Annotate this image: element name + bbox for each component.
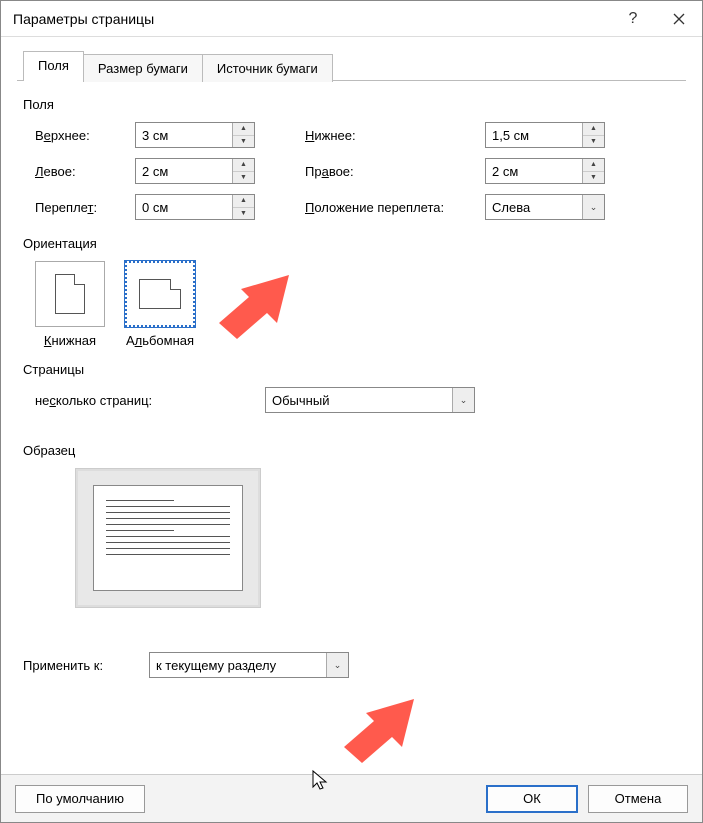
- gutter-field[interactable]: ▲▼: [135, 194, 255, 220]
- margins-panel: Поля Верхнее: ▲▼ Нижнее: ▲▼ Левое:: [17, 81, 686, 678]
- multiple-pages-value: Обычный: [266, 393, 452, 408]
- spin-down-icon[interactable]: ▼: [233, 172, 254, 184]
- bottom-margin-spinner[interactable]: ▲▼: [582, 123, 604, 147]
- multiple-pages-label: несколько страниц:: [35, 393, 255, 408]
- spin-down-icon[interactable]: ▼: [233, 136, 254, 148]
- right-margin-field[interactable]: ▲▼: [485, 158, 605, 184]
- left-margin-input[interactable]: [136, 159, 232, 183]
- orientation-landscape[interactable]: Альбомная: [125, 261, 195, 348]
- spin-up-icon[interactable]: ▲: [233, 123, 254, 136]
- spin-up-icon[interactable]: ▲: [583, 159, 604, 172]
- bottom-margin-field[interactable]: ▲▼: [485, 122, 605, 148]
- chevron-down-icon[interactable]: ⌄: [326, 653, 348, 677]
- orientation-row: Книжная Альбомная: [35, 261, 680, 348]
- margins-grid: Верхнее: ▲▼ Нижнее: ▲▼ Левое: ▲▼: [35, 122, 680, 220]
- right-margin-input[interactable]: [486, 159, 582, 183]
- dialog-footer: По умолчанию ОК Отмена: [1, 774, 702, 822]
- gutter-input[interactable]: [136, 195, 232, 219]
- pages-row: несколько страниц: Обычный ⌄: [35, 387, 680, 413]
- tab-margins[interactable]: Поля: [23, 51, 84, 81]
- window-title: Параметры страницы: [13, 11, 610, 27]
- margins-group-label: Поля: [23, 97, 680, 112]
- page-landscape-icon: [139, 279, 181, 309]
- top-margin-spinner[interactable]: ▲▼: [232, 123, 254, 147]
- left-margin-spinner[interactable]: ▲▼: [232, 159, 254, 183]
- bottom-margin-label: Нижнее:: [305, 128, 485, 143]
- help-button[interactable]: ?: [610, 1, 656, 37]
- tab-strip: Поля Размер бумаги Источник бумаги: [23, 51, 686, 81]
- tab-paper-size[interactable]: Размер бумаги: [83, 54, 203, 82]
- annotation-arrow-icon: [336, 695, 426, 765]
- portrait-label: Книжная: [44, 333, 96, 348]
- landscape-label: Альбомная: [126, 333, 194, 348]
- multiple-pages-dropdown[interactable]: Обычный ⌄: [265, 387, 475, 413]
- spin-down-icon[interactable]: ▼: [583, 136, 604, 148]
- gutter-pos-value: Слева: [486, 200, 582, 215]
- top-margin-input[interactable]: [136, 123, 232, 147]
- page-portrait-icon: [55, 274, 85, 314]
- orientation-portrait[interactable]: Книжная: [35, 261, 105, 348]
- preview-page-icon: [93, 485, 243, 591]
- close-icon: [673, 13, 685, 25]
- orientation-group-label: Ориентация: [23, 236, 680, 251]
- right-margin-label: Правое:: [305, 164, 485, 179]
- top-margin-field[interactable]: ▲▼: [135, 122, 255, 148]
- spin-up-icon[interactable]: ▲: [583, 123, 604, 136]
- right-margin-spinner[interactable]: ▲▼: [582, 159, 604, 183]
- bottom-margin-input[interactable]: [486, 123, 582, 147]
- gutter-spinner[interactable]: ▲▼: [232, 195, 254, 219]
- preview-box: [75, 468, 261, 608]
- apply-to-value: к текущему разделу: [150, 658, 326, 673]
- chevron-down-icon[interactable]: ⌄: [452, 388, 474, 412]
- ok-button[interactable]: ОК: [486, 785, 578, 813]
- top-margin-label: Верхнее:: [35, 128, 135, 143]
- gutter-pos-dropdown[interactable]: Слева ⌄: [485, 194, 605, 220]
- cancel-button[interactable]: Отмена: [588, 785, 688, 813]
- set-default-button[interactable]: По умолчанию: [15, 785, 145, 813]
- left-margin-field[interactable]: ▲▼: [135, 158, 255, 184]
- preview-group-label: Образец: [23, 443, 680, 458]
- tab-paper-source[interactable]: Источник бумаги: [202, 54, 333, 82]
- apply-to-row: Применить к: к текущему разделу ⌄: [23, 652, 680, 678]
- apply-to-label: Применить к:: [23, 658, 139, 673]
- apply-to-dropdown[interactable]: к текущему разделу ⌄: [149, 652, 349, 678]
- spin-up-icon[interactable]: ▲: [233, 195, 254, 208]
- left-margin-label: Левое:: [35, 164, 135, 179]
- page-setup-dialog: Параметры страницы ? Поля Размер бумаги …: [0, 0, 703, 823]
- chevron-down-icon[interactable]: ⌄: [582, 195, 604, 219]
- spin-down-icon[interactable]: ▼: [233, 208, 254, 220]
- spin-up-icon[interactable]: ▲: [233, 159, 254, 172]
- spin-down-icon[interactable]: ▼: [583, 172, 604, 184]
- pages-group-label: Страницы: [23, 362, 680, 377]
- dialog-content: Поля Размер бумаги Источник бумаги Поля …: [1, 37, 702, 774]
- close-button[interactable]: [656, 1, 702, 37]
- titlebar: Параметры страницы ?: [1, 1, 702, 37]
- gutter-label: Переплет:: [35, 200, 135, 215]
- portrait-box: [35, 261, 105, 327]
- landscape-box: [125, 261, 195, 327]
- gutter-pos-label: Положение переплета:: [305, 200, 485, 215]
